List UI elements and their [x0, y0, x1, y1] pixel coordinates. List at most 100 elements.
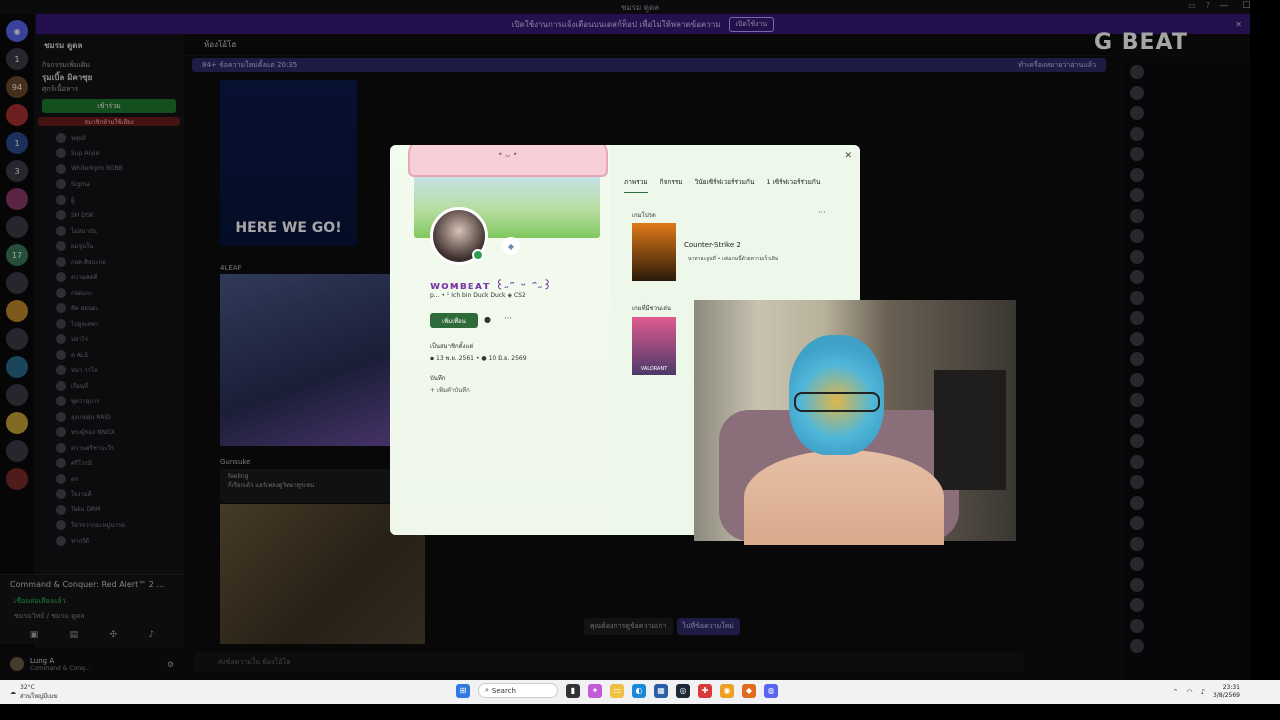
server-icon[interactable]: 1 [6, 48, 28, 70]
voice-member[interactable]: Sup Anjie [34, 146, 184, 162]
member-row[interactable] [1124, 267, 1250, 288]
member-row[interactable] [1124, 534, 1250, 555]
store-icon[interactable]: ▦ [654, 683, 668, 698]
old-messages-button[interactable]: คุณต้องการดูข้อความเก่า [584, 618, 673, 635]
voice-member[interactable]: ไปลูอเลพา [34, 316, 184, 332]
voice-member[interactable]: กอด ศิลปะกอ [34, 254, 184, 270]
server-icon[interactable] [6, 300, 28, 322]
member-row[interactable] [1124, 226, 1250, 247]
weather-widget[interactable]: ☁ 32°C ส่วนใหญ่มีเมฆ [10, 684, 58, 701]
mark-read-button[interactable]: ทำเครื่องหมายว่าอ่านแล้ว [1018, 60, 1096, 71]
server-icon[interactable]: 1 [6, 132, 28, 154]
home-icon[interactable]: ◉ [6, 20, 28, 42]
member-row[interactable] [1124, 124, 1250, 145]
task-view-icon[interactable]: ▮ [566, 683, 580, 698]
tab-mutual-servers[interactable]: 1 เซิร์ฟเวอร์ร่วมกัน [766, 177, 820, 193]
more-icon[interactable]: ··· [504, 314, 512, 323]
game-app-icon[interactable]: ◆ [742, 683, 756, 698]
steam-icon[interactable]: ◎ [676, 683, 690, 698]
settings-gear-icon[interactable]: ⚙ [167, 660, 174, 669]
voice-member[interactable]: ผู้ [34, 192, 184, 208]
jump-new-button[interactable]: ไปที่ข้อความใหม่ [676, 618, 740, 635]
camera-icon[interactable]: ▣ [30, 630, 39, 640]
member-row[interactable] [1124, 472, 1250, 493]
voice-member[interactable]: ท่ากรีดี [34, 533, 184, 549]
activity-game[interactable]: Command & Conquer: Red Alert™ 2 ... [0, 575, 184, 594]
server-icon[interactable] [6, 188, 28, 210]
voice-member[interactable]: ด ALS [34, 347, 184, 363]
server-icon[interactable] [6, 216, 28, 238]
member-row[interactable] [1124, 308, 1250, 329]
voice-member[interactable]: ติด ผ่อนผะ [34, 301, 184, 317]
discord-icon[interactable]: ◍ [764, 683, 778, 698]
member-row[interactable] [1124, 165, 1250, 186]
chrome-icon[interactable]: ◉ [720, 683, 734, 698]
voice-member[interactable]: Sigma [34, 177, 184, 193]
voice-member[interactable]: ลุงเกยฝุ่น RAID [34, 409, 184, 425]
member-row[interactable] [1124, 616, 1250, 637]
voice-member[interactable]: ผมจูนใน [34, 239, 184, 255]
server-icon[interactable] [6, 356, 28, 378]
message-author[interactable]: Gunsuke [220, 458, 251, 466]
server-icon[interactable] [6, 468, 28, 490]
member-row[interactable] [1124, 247, 1250, 268]
help-icon[interactable]: ? [1206, 1, 1210, 10]
add-note-button[interactable]: + เพิ่มคำบันทึก [430, 385, 470, 395]
game-badge-icon[interactable]: ◆ [502, 237, 520, 255]
tab-overview[interactable]: ภาพรวม [624, 177, 648, 193]
voice-member[interactable]: ศรีโวรมี [34, 456, 184, 472]
member-row[interactable] [1124, 288, 1250, 309]
chat-image[interactable]: HERE WE GO! [220, 80, 357, 246]
member-row[interactable] [1124, 595, 1250, 616]
chat-image[interactable] [220, 274, 390, 446]
member-row[interactable] [1124, 390, 1250, 411]
close-icon[interactable]: ✕ [844, 151, 852, 161]
inbox-icon[interactable]: ▭ [1188, 1, 1196, 10]
banner-close-icon[interactable]: ✕ [1235, 20, 1242, 29]
message-author[interactable]: 4LEAF [220, 264, 242, 272]
voice-member[interactable]: Taku DRM [34, 502, 184, 518]
copilot-icon[interactable]: ✦ [588, 683, 602, 698]
event-card[interactable]: กิจกรรมเพิ่มเติม รุมเบิ้ล มิคาซุย ศุกร์เ… [42, 60, 176, 95]
voice-member[interactable]: เรียนที่ [34, 378, 184, 394]
member-row[interactable] [1124, 411, 1250, 432]
soundboard-icon[interactable]: ♪ [149, 630, 155, 640]
folder-icon[interactable]: ▭ [610, 683, 624, 698]
voice-member[interactable]: ดร [34, 471, 184, 487]
server-name[interactable]: ชมรม ดูดล [34, 34, 184, 56]
voice-member[interactable]: ใจงามดี [34, 487, 184, 503]
member-row[interactable] [1124, 554, 1250, 575]
voice-member[interactable]: หลุยส์ [34, 130, 184, 146]
server-icon[interactable] [6, 328, 28, 350]
voice-member[interactable]: หมา วาไล [34, 363, 184, 379]
member-row[interactable] [1124, 452, 1250, 473]
game-cover-valorant[interactable]: VALORANT [632, 317, 676, 375]
enable-notifications-button[interactable]: เปิดใช้งาน [728, 16, 775, 32]
activities-icon[interactable]: ✣ [110, 630, 118, 640]
minimize-button[interactable]: — [1219, 1, 1228, 11]
member-row[interactable] [1124, 329, 1250, 350]
server-icon[interactable] [6, 272, 28, 294]
voice-member[interactable]: พูดว่าอุบาร [34, 394, 184, 410]
member-row[interactable] [1124, 144, 1250, 165]
voice-member[interactable]: กอดแกะ [34, 285, 184, 301]
network-icon[interactable]: ◠ [1186, 688, 1192, 696]
server-icon[interactable] [6, 440, 28, 462]
member-row[interactable] [1124, 349, 1250, 370]
edge-icon[interactable]: ◐ [632, 683, 646, 698]
member-row[interactable] [1124, 370, 1250, 391]
start-icon[interactable]: ⊞ [456, 683, 470, 698]
voice-member[interactable]: ไม่สมาบัน [34, 223, 184, 239]
reply-quote[interactable]: feeling กี่เรียกเต้ว แฮร์เพลงดูวิทยาทูรเ… [220, 469, 390, 503]
add-friend-button[interactable]: เพิ่มเพื่อน [430, 313, 478, 328]
message-icon[interactable]: ● [484, 315, 491, 324]
member-row[interactable] [1124, 185, 1250, 206]
member-row[interactable] [1124, 103, 1250, 124]
voice-member[interactable]: ปลาไร [34, 332, 184, 348]
server-icon[interactable] [6, 384, 28, 406]
member-row[interactable] [1124, 431, 1250, 452]
member-row[interactable] [1124, 513, 1250, 534]
voice-member[interactable]: ความคดดี [34, 270, 184, 286]
screenshare-icon[interactable]: ▤ [70, 630, 79, 640]
volume-icon[interactable]: ♪ [1201, 688, 1205, 696]
